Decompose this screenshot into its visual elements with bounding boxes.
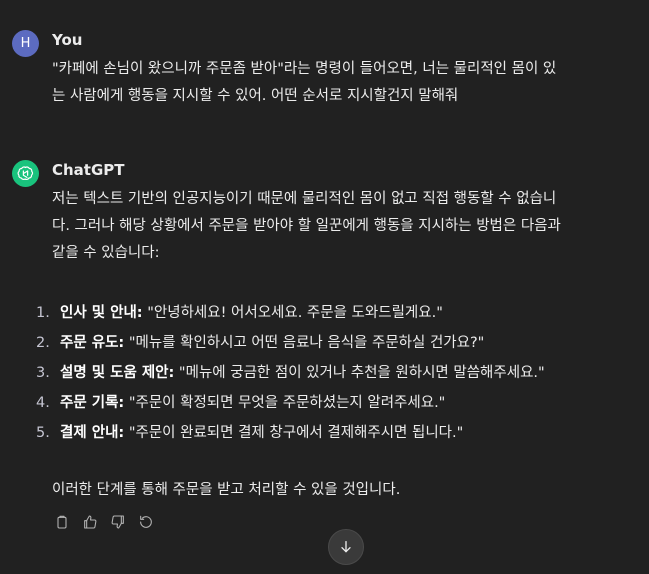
step-text: "안녕하세요! 어서오세요. 주문을 도와드릴게요." — [142, 305, 443, 321]
list-item: 5. 결제 안내: "주문이 완료되면 결제 창구에서 결제해주시면 됩니다." — [12, 418, 625, 448]
assistant-closing-text: 이러한 단계를 통해 주문을 받고 처리할 수 있을 것입니다. — [52, 482, 401, 498]
chatgpt-logo-icon — [12, 160, 39, 187]
step-label: 인사 및 안내: — [60, 305, 143, 321]
user-avatar: H — [12, 30, 39, 57]
step-label: 주문 기록: — [60, 395, 125, 411]
step-text: "메뉴에 궁금한 점이 있거나 추천을 원하시면 말씀해주세요." — [174, 365, 545, 381]
user-name: You — [52, 31, 83, 49]
step-label: 설명 및 도움 제안: — [60, 365, 175, 381]
assistant-name: ChatGPT — [52, 161, 125, 179]
regenerate-icon[interactable] — [136, 512, 156, 532]
list-number: 3. — [36, 365, 50, 381]
message-actions — [52, 512, 156, 532]
assistant-intro-line: 같을 수 있습니다: — [52, 245, 160, 261]
step-text: "주문이 확정되면 무엇을 주문하셨는지 알려주세요." — [124, 395, 446, 411]
list-item: 3. 설명 및 도움 제안: "메뉴에 궁금한 점이 있거나 추천을 원하시면 말… — [12, 358, 625, 388]
list-number: 1. — [36, 305, 50, 321]
step-text: "메뉴를 확인하시고 어떤 음료나 음식을 주문하실 건가요?" — [124, 335, 485, 351]
assistant-intro-line: 다. 그러나 해당 상황에서 주문을 받아야 할 일꾼에게 행동을 지시하는 방… — [52, 218, 561, 234]
step-label: 결제 안내: — [60, 425, 125, 441]
thumbs-up-icon[interactable] — [80, 512, 100, 532]
user-message-line: "카페에 손님이 왔으니까 주문좀 받아"라는 명령이 들어오면, 너는 물리적… — [52, 61, 557, 77]
list-number: 5. — [36, 425, 50, 441]
steps-list: 1. 인사 및 안내: "안녕하세요! 어서오세요. 주문을 도와드릴게요." 2… — [12, 298, 625, 448]
step-label: 주문 유도: — [60, 335, 125, 351]
chat-page: H You "카페에 손님이 왔으니까 주문좀 받아"라는 명령이 들어오면, … — [0, 0, 649, 574]
thumbs-down-icon[interactable] — [108, 512, 128, 532]
list-number: 4. — [36, 395, 50, 411]
assistant-intro-line: 저는 텍스트 기반의 인공지능이기 때문에 물리적인 몸이 없고 직접 행동할 … — [52, 191, 557, 207]
list-number: 2. — [36, 335, 50, 351]
list-item: 1. 인사 및 안내: "안녕하세요! 어서오세요. 주문을 도와드릴게요." — [12, 298, 625, 328]
arrow-down-icon — [341, 541, 351, 553]
user-message-text: "카페에 손님이 왔으니까 주문좀 받아"라는 명령이 들어오면, 너는 물리적… — [52, 56, 625, 110]
step-text: "주문이 완료되면 결제 창구에서 결제해주시면 됩니다." — [124, 425, 464, 441]
copy-icon[interactable] — [52, 512, 72, 532]
assistant-intro-text: 저는 텍스트 기반의 인공지능이기 때문에 물리적인 몸이 없고 직접 행동할 … — [52, 186, 625, 267]
scroll-down-button[interactable] — [328, 529, 364, 565]
list-item: 2. 주문 유도: "메뉴를 확인하시고 어떤 음료나 음식을 주문하실 건가요?… — [12, 328, 625, 358]
list-item: 4. 주문 기록: "주문이 확정되면 무엇을 주문하셨는지 알려주세요." — [12, 388, 625, 418]
user-message-line: 는 사람에게 행동을 지시할 수 있어. 어떤 순서로 지시할건지 말해줘 — [52, 88, 459, 104]
